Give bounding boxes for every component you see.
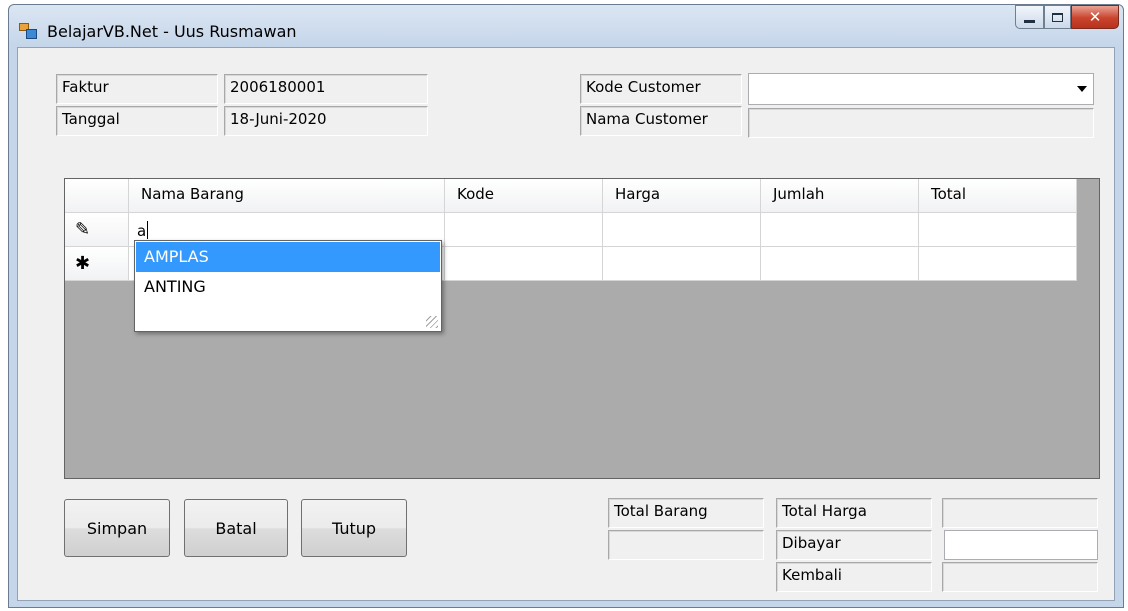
tanggal-value: 18-Juni-2020: [224, 106, 428, 136]
total-barang-label: Total Barang: [608, 498, 764, 528]
row-header-editing[interactable]: ✎: [65, 213, 129, 247]
close-icon: ✕: [1088, 8, 1102, 26]
nama-customer-value: [748, 108, 1094, 138]
total-harga-value: [942, 498, 1098, 528]
kode-customer-combo[interactable]: [748, 73, 1094, 105]
asterisk-icon: ✱: [75, 253, 91, 274]
kembali-label: Kembali: [776, 562, 932, 592]
app-icon[interactable]: [19, 23, 37, 39]
column-header-kode[interactable]: Kode: [445, 179, 603, 213]
dibayar-label: Dibayar: [776, 530, 932, 560]
cell-edit-text: a: [137, 222, 147, 240]
chevron-down-icon[interactable]: [1077, 86, 1087, 92]
resize-grip-icon[interactable]: [426, 316, 438, 328]
nama-customer-label: Nama Customer: [580, 106, 742, 136]
cell-harga[interactable]: [603, 213, 761, 247]
cell-total[interactable]: [919, 213, 1077, 247]
autocomplete-item-amplas[interactable]: AMPLAS: [136, 242, 440, 272]
cell-harga-new[interactable]: [603, 247, 761, 281]
form-client-area: Faktur 2006180001 Tanggal 18-Juni-2020 K…: [17, 47, 1115, 601]
tanggal-label: Tanggal: [56, 106, 218, 136]
cell-jumlah-new[interactable]: [761, 247, 919, 281]
cell-jumlah[interactable]: [761, 213, 919, 247]
close-button[interactable]: ✕: [1071, 5, 1119, 29]
column-header-harga[interactable]: Harga: [603, 179, 761, 213]
column-header-jumlah[interactable]: Jumlah: [761, 179, 919, 213]
kembali-value: [942, 562, 1098, 592]
autocomplete-dropdown[interactable]: AMPLAS ANTING: [134, 240, 442, 332]
column-header-total[interactable]: Total: [919, 179, 1077, 213]
row-header-new[interactable]: ✱: [65, 247, 129, 281]
faktur-label: Faktur: [56, 74, 218, 104]
cell-kode-new[interactable]: [445, 247, 603, 281]
dibayar-input[interactable]: [944, 530, 1098, 560]
total-harga-label: Total Harga: [776, 498, 932, 528]
faktur-value: 2006180001: [224, 74, 428, 104]
maximize-icon: [1052, 12, 1063, 22]
cell-edit-input[interactable]: a: [137, 221, 149, 240]
column-header-nama-barang[interactable]: Nama Barang: [129, 179, 445, 213]
cell-total-new[interactable]: [919, 247, 1077, 281]
batal-button[interactable]: Batal: [184, 499, 288, 557]
autocomplete-item-anting[interactable]: ANTING: [136, 272, 440, 302]
text-caret: [147, 221, 149, 239]
grid-corner-header: [65, 179, 129, 213]
kode-customer-label: Kode Customer: [580, 74, 742, 104]
tutup-button[interactable]: Tutup: [301, 499, 407, 557]
minimize-button[interactable]: [1015, 5, 1044, 29]
app-window: BelajarVB.Net - Uus Rusmawan ✕ Faktur 20…: [8, 4, 1124, 608]
minimize-icon: [1024, 19, 1035, 23]
window-title: BelajarVB.Net - Uus Rusmawan: [47, 22, 297, 41]
title-bar[interactable]: BelajarVB.Net - Uus Rusmawan ✕: [9, 5, 1123, 47]
cell-kode[interactable]: [445, 213, 603, 247]
pencil-icon: ✎: [75, 219, 91, 240]
simpan-button[interactable]: Simpan: [64, 499, 170, 557]
total-barang-value: [608, 530, 764, 560]
maximize-button[interactable]: [1044, 5, 1071, 29]
